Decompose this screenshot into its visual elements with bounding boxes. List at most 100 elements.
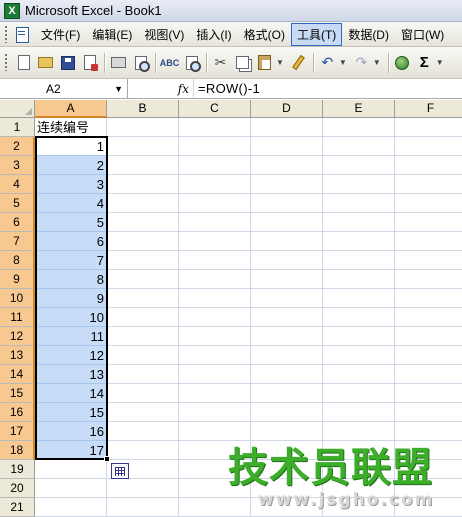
row-header-20[interactable]: 20 bbox=[0, 479, 35, 498]
new-document-icon bbox=[17, 55, 30, 70]
paste-button[interactable] bbox=[254, 52, 275, 73]
cut-button[interactable]: ✂ bbox=[210, 52, 231, 73]
fill-handle[interactable] bbox=[104, 456, 110, 462]
row-header-21[interactable]: 21 bbox=[0, 498, 35, 517]
select-all-button[interactable] bbox=[0, 100, 35, 118]
row-header-5[interactable]: 5 bbox=[0, 194, 35, 213]
row-header-14[interactable]: 14 bbox=[0, 365, 35, 384]
open-button[interactable] bbox=[35, 52, 56, 73]
sigma-icon: Σ bbox=[419, 54, 429, 71]
toolbar-separator bbox=[206, 52, 207, 73]
research-button[interactable] bbox=[181, 52, 202, 73]
clipboard-icon bbox=[258, 55, 271, 70]
watermark: 技术员联盟 www.jsgho.com bbox=[228, 446, 460, 516]
formula-bar: A2 ▼ fx =ROW()-1 bbox=[0, 79, 462, 99]
hyperlink-button[interactable] bbox=[392, 52, 413, 73]
globe-link-icon bbox=[395, 55, 410, 70]
menu-grip-handle[interactable] bbox=[5, 25, 10, 43]
cell-a1[interactable]: 连续编号 bbox=[37, 118, 89, 137]
toolbar-grip-handle[interactable] bbox=[5, 54, 10, 71]
scissors-icon: ✂ bbox=[214, 54, 227, 70]
column-header-c[interactable]: C bbox=[179, 100, 251, 118]
row-header-8[interactable]: 8 bbox=[0, 251, 35, 270]
menu-data[interactable]: 数据(D) bbox=[342, 23, 395, 46]
redo-dropdown-chevron-icon[interactable]: ▼ bbox=[373, 58, 381, 67]
row-header-18[interactable]: 18 bbox=[0, 441, 35, 460]
selection-border bbox=[35, 136, 108, 460]
paintbrush-icon bbox=[292, 54, 305, 71]
excel-app-icon[interactable]: X bbox=[4, 2, 20, 19]
column-header-f[interactable]: F bbox=[395, 100, 462, 118]
permission-icon bbox=[83, 55, 98, 71]
floppy-disk-icon bbox=[60, 55, 75, 70]
copy-icon bbox=[236, 56, 249, 69]
row-header-15[interactable]: 15 bbox=[0, 384, 35, 403]
title-bar[interactable]: X Microsoft Excel - Book1 bbox=[0, 0, 462, 22]
row-header-1[interactable]: 1 bbox=[0, 118, 35, 137]
menu-tools[interactable]: 工具(T) bbox=[290, 22, 343, 46]
row-header-13[interactable]: 13 bbox=[0, 346, 35, 365]
row-header-3[interactable]: 3 bbox=[0, 156, 35, 175]
paste-dropdown-chevron-icon[interactable]: ▼ bbox=[276, 58, 284, 67]
window-title: Microsoft Excel - Book1 bbox=[25, 3, 162, 18]
name-box[interactable]: A2 ▼ bbox=[0, 79, 128, 98]
menu-insert[interactable]: 插入(I) bbox=[190, 23, 237, 46]
row-header-16[interactable]: 16 bbox=[0, 403, 35, 422]
menu-window[interactable]: 窗口(W) bbox=[395, 23, 450, 46]
undo-button[interactable]: ↶ bbox=[317, 52, 338, 73]
print-preview-button[interactable] bbox=[130, 52, 151, 73]
toolbar-separator bbox=[155, 52, 156, 73]
column-header-a[interactable]: A bbox=[35, 100, 107, 118]
toolbar-separator bbox=[312, 52, 314, 73]
row-header-12[interactable]: 12 bbox=[0, 327, 35, 346]
menu-edit[interactable]: 编辑(E) bbox=[86, 23, 138, 46]
name-box-chevron-down-icon[interactable]: ▼ bbox=[114, 84, 123, 94]
insert-function-area: fx bbox=[128, 79, 194, 98]
row-header-11[interactable]: 11 bbox=[0, 308, 35, 327]
workbook-icon[interactable] bbox=[13, 26, 31, 43]
autosum-dropdown-chevron-icon[interactable]: ▼ bbox=[436, 58, 444, 67]
save-button[interactable] bbox=[57, 52, 78, 73]
row-header-4[interactable]: 4 bbox=[0, 175, 35, 194]
format-painter-button[interactable] bbox=[288, 52, 309, 73]
spelling-button[interactable]: ABC bbox=[159, 52, 180, 73]
redo-icon: ↷ bbox=[355, 54, 368, 70]
menu-bar: 文件(F) 编辑(E) 视图(V) 插入(I) 格式(O) 工具(T) 数据(D… bbox=[0, 22, 462, 47]
print-button[interactable] bbox=[108, 52, 129, 73]
watermark-url: www.jsgho.com bbox=[258, 490, 435, 510]
name-box-value: A2 bbox=[46, 81, 61, 96]
toolbar-separator bbox=[104, 52, 105, 73]
research-icon bbox=[185, 55, 201, 72]
row-header-10[interactable]: 10 bbox=[0, 289, 35, 308]
column-header-d[interactable]: D bbox=[251, 100, 323, 118]
autosum-button[interactable]: Σ bbox=[414, 52, 435, 73]
formula-input[interactable]: =ROW()-1 bbox=[194, 81, 462, 96]
menu-view[interactable]: 视图(V) bbox=[138, 23, 190, 46]
auto-fill-options-button[interactable] bbox=[111, 463, 129, 479]
folder-icon bbox=[38, 57, 53, 68]
auto-fill-options-icon bbox=[115, 466, 125, 476]
standard-toolbar: ABC ✂ ▼ ↶ ▼ ↷ ▼ Σ ▼ bbox=[0, 47, 462, 79]
copy-button[interactable] bbox=[232, 52, 253, 73]
spelling-check-icon: ABC bbox=[159, 57, 180, 68]
redo-button[interactable]: ↷ bbox=[351, 52, 372, 73]
row-header-6[interactable]: 6 bbox=[0, 213, 35, 232]
row-header-2[interactable]: 2 bbox=[0, 137, 35, 156]
printer-icon bbox=[111, 57, 126, 68]
undo-dropdown-chevron-icon[interactable]: ▼ bbox=[339, 58, 347, 67]
fx-icon[interactable]: fx bbox=[178, 82, 189, 96]
row-header-9[interactable]: 9 bbox=[0, 270, 35, 289]
undo-icon: ↶ bbox=[321, 54, 334, 70]
column-header-e[interactable]: E bbox=[323, 100, 395, 118]
menu-file[interactable]: 文件(F) bbox=[35, 23, 86, 46]
print-preview-icon bbox=[134, 55, 150, 72]
new-button[interactable] bbox=[13, 52, 34, 73]
row-header-19[interactable]: 19 bbox=[0, 460, 35, 479]
permission-button[interactable] bbox=[79, 52, 100, 73]
row-header-17[interactable]: 17 bbox=[0, 422, 35, 441]
watermark-logo-text: 技术员联盟 bbox=[228, 445, 433, 491]
row-header-7[interactable]: 7 bbox=[0, 232, 35, 251]
toolbar-separator bbox=[387, 52, 389, 73]
column-header-b[interactable]: B bbox=[107, 100, 179, 118]
menu-format[interactable]: 格式(O) bbox=[238, 23, 291, 46]
